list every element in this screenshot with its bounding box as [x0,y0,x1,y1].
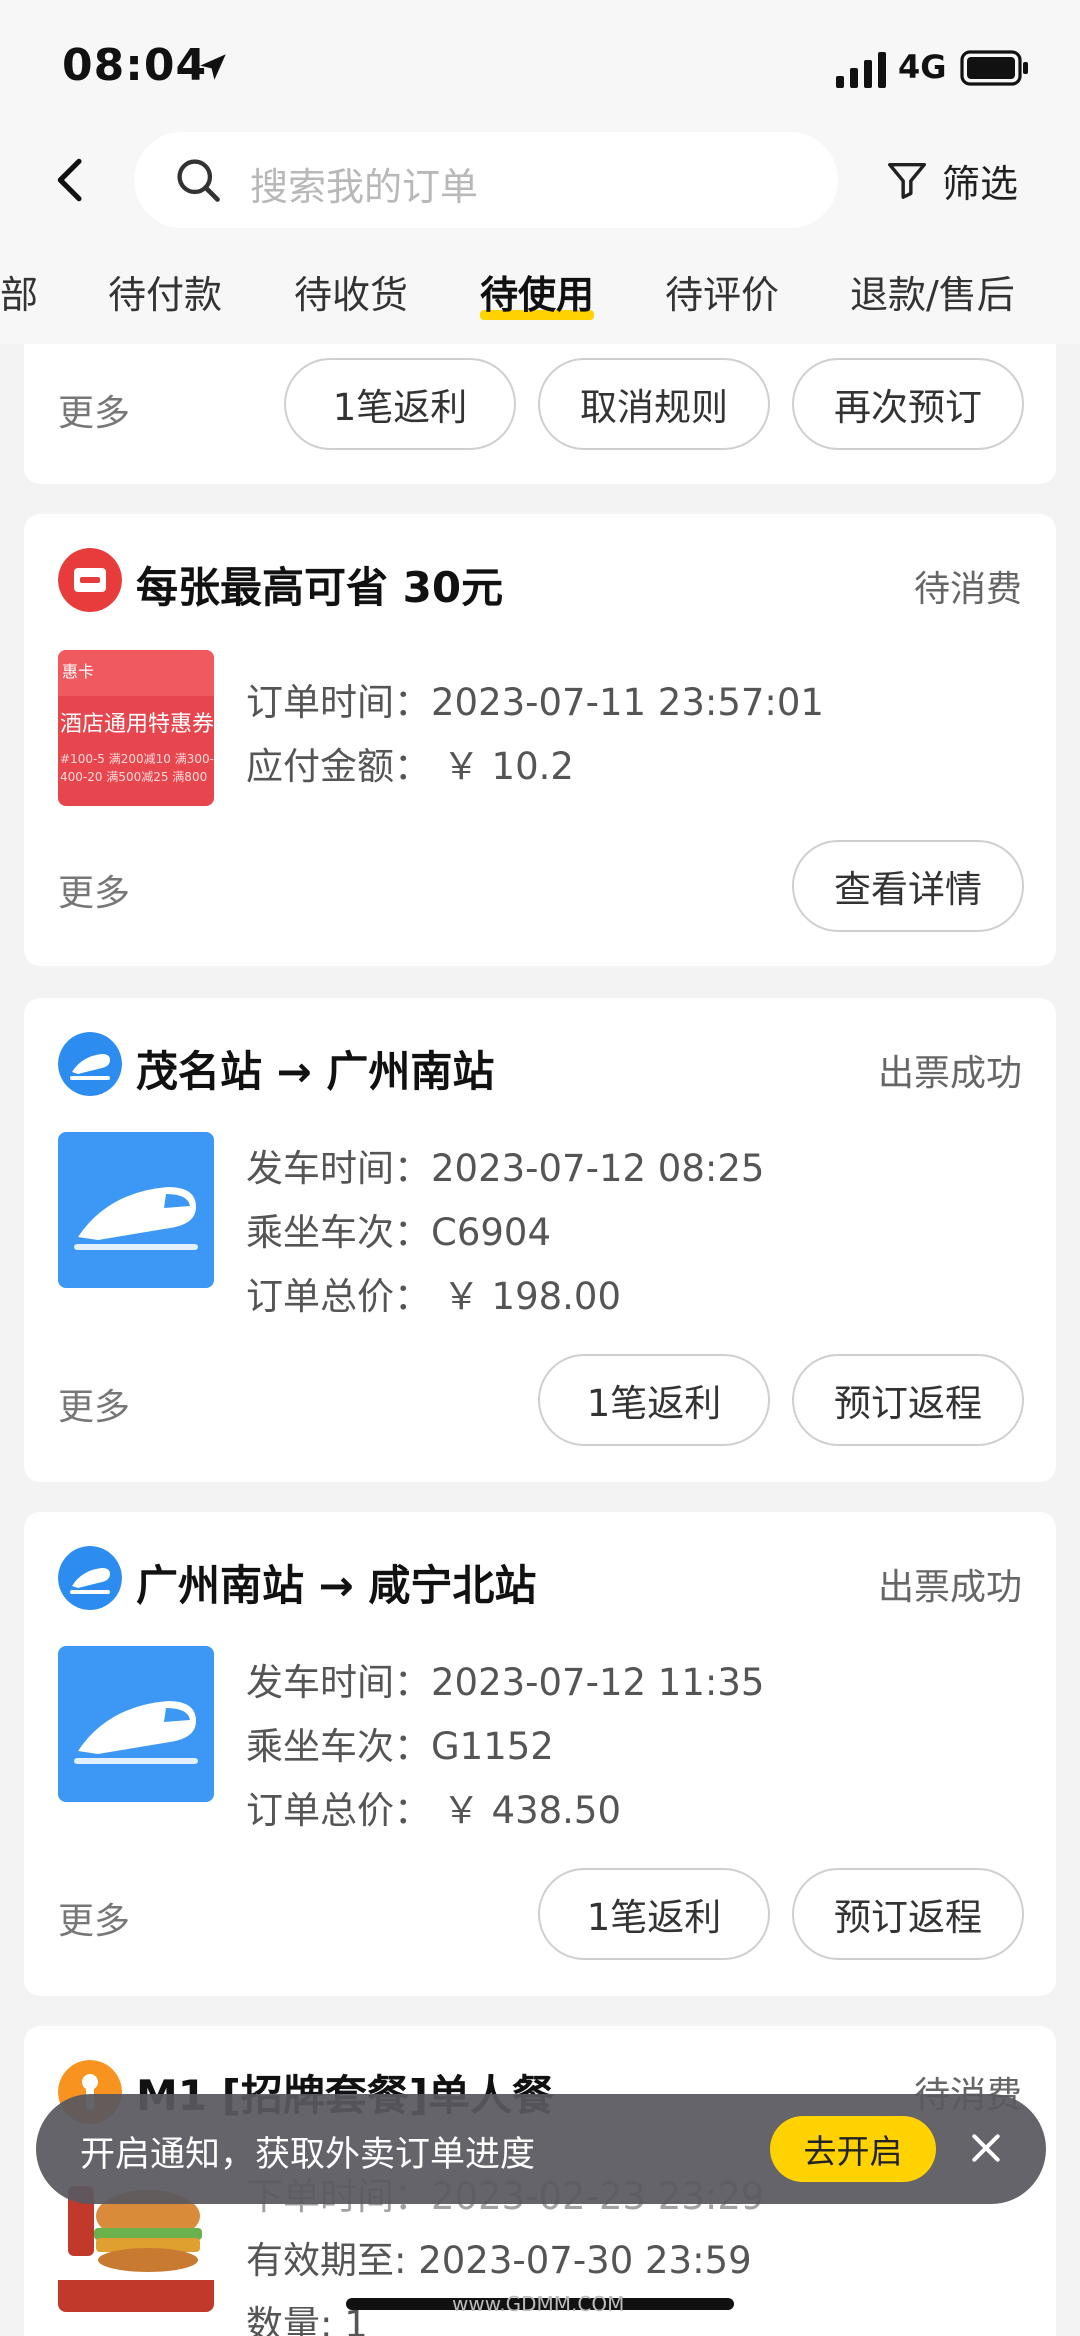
order-status: 出票成功 [877,1053,1022,1094]
order-card-hotel-coupon[interactable]: 每张最高可省 30元 待消费 惠卡 酒店通用特惠券 #100-5 满200减10… [24,514,1056,966]
filter-button[interactable]: 筛选 [884,150,1018,210]
more-link[interactable]: 更多 [58,864,130,916]
valid-until: 有效期至: 2023-07-30 23:59 [246,2239,752,2282]
order-card-train[interactable]: 茂名站 → 广州南站 出票成功 发车时间：2023-07-12 08:25 乘坐… [24,998,1056,1482]
train-icon [58,1546,122,1610]
tab-pending-review[interactable]: 待评价 [665,264,779,319]
rebook-button[interactable]: 再次预订 [792,358,1024,450]
coupon-icon [58,548,122,612]
card-title: 广州南站 → 咸宁北站 [136,1561,537,1610]
order-status: 待消费 [913,569,1022,610]
card-title: 茂名站 → 广州南站 [136,1047,495,1096]
tab-pending-payment[interactable]: 待付款 [108,264,222,319]
location-arrow-icon [200,54,226,80]
search-input[interactable]: 搜索我的订单 [134,132,838,228]
order-status: 出票成功 [877,1567,1022,1608]
header: 搜索我的订单 筛选 [0,130,1080,230]
status-bar: 08:04 4G [0,0,1080,130]
rebate-button[interactable]: 1笔返利 [538,1868,770,1960]
departure-time: 发车时间：2023-07-12 08:25 [246,1147,765,1190]
network-type: 4G [898,48,947,86]
train-number: 乘坐车次：G1152 [246,1725,554,1768]
more-link[interactable]: 更多 [58,1378,130,1430]
train-number: 乘坐车次：C6904 [246,1211,551,1254]
thumb-text: 400-20 满500减25 满800 [60,770,208,784]
train-icon [58,1032,122,1096]
view-details-button[interactable]: 查看详情 [792,840,1024,932]
search-icon [177,159,220,202]
filter-label: 筛选 [942,161,1019,206]
order-total: 订单总价： ￥ 438.50 [246,1789,621,1832]
payable-amount: 应付金额： ￥ 10.2 [246,745,574,788]
more-link[interactable]: 更多 [58,1892,130,1944]
thumb-text: 惠卡 [62,662,95,681]
order-tabs: 部 待付款 待收货 待使用 待评价 退款/售后 [0,230,1080,344]
rebate-button[interactable]: 1笔返利 [284,358,516,450]
back-icon[interactable] [44,152,100,208]
signal-icon [836,52,886,88]
notification-toast: 开启通知，获取外卖订单进度 去开启 [36,2094,1046,2204]
filter-icon [888,162,926,199]
order-card-train[interactable]: 广州南站 → 咸宁北站 出票成功 发车时间：2023-07-12 11:35 乘… [24,1512,1056,1996]
tab-all[interactable]: 部 [0,264,38,319]
thumb-text: 酒店通用特惠券 [60,712,214,737]
tab-refund[interactable]: 退款/售后 [850,264,1015,319]
watermark: www.GDMM.COM [452,2292,625,2316]
enable-notification-button[interactable]: 去开启 [770,2116,936,2182]
cancel-rules-button[interactable]: 取消规则 [538,358,770,450]
order-card-prev: 更多 1笔返利 取消规则 再次预订 [24,344,1056,484]
rebate-button[interactable]: 1笔返利 [538,1354,770,1446]
train-thumbnail [58,1132,214,1288]
order-total: 订单总价： ￥ 198.00 [246,1275,621,1318]
book-return-button[interactable]: 预订返程 [792,1868,1024,1960]
more-link[interactable]: 更多 [58,384,130,436]
battery-icon [960,50,1028,86]
status-time: 08:04 [62,40,208,91]
thumb-text: #100-5 满200减10 满300- [60,752,214,766]
tab-pending-receipt[interactable]: 待收货 [294,264,408,319]
card-title: 每张最高可省 30元 [136,563,504,612]
tab-pending-use[interactable]: 待使用 [480,264,594,319]
train-thumbnail [58,1646,214,1802]
close-icon[interactable] [966,2128,1006,2168]
order-time: 订单时间：2023-07-11 23:57:01 [246,681,824,724]
toast-text: 开启通知，获取外卖订单进度 [80,2135,536,2175]
departure-time: 发车时间：2023-07-12 11:35 [246,1661,765,1704]
coupon-thumbnail: 惠卡 酒店通用特惠券 #100-5 满200减10 满300- 400-20 满… [58,650,214,806]
book-return-button[interactable]: 预订返程 [792,1354,1024,1446]
search-placeholder: 搜索我的订单 [250,165,479,209]
